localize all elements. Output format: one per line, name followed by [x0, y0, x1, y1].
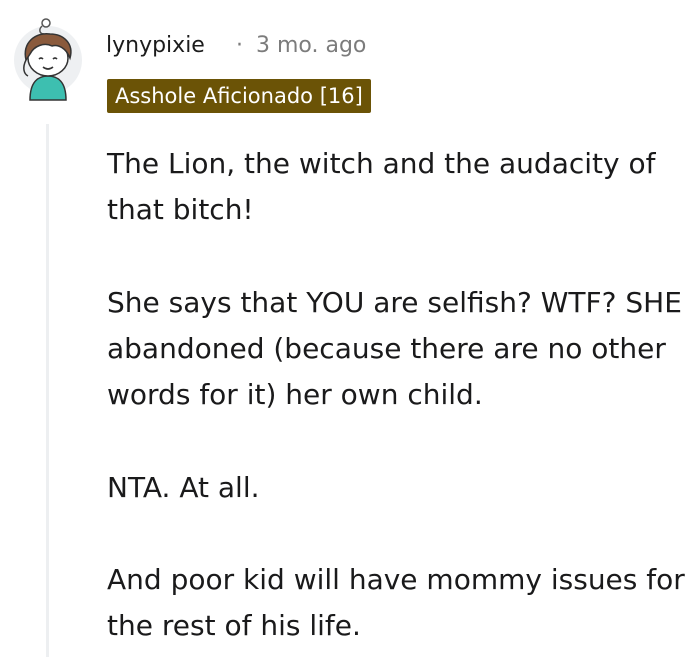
comment-paragraph: And poor kid will have mommy issues for … [107, 563, 685, 642]
comment-paragraph: The Lion, the witch and the audacity of … [107, 147, 656, 226]
comment-paragraph: NTA. At all. [107, 471, 260, 504]
comment-author-link[interactable]: lynypixie [106, 32, 205, 60]
user-flair-badge: Asshole Aficionado [16] [107, 79, 371, 113]
comment: lynypixie · 3 mo. ago Asshole Aficionado… [0, 0, 700, 657]
thread-collapse-line[interactable] [46, 124, 49, 657]
comment-paragraph: She says that YOU are selfish? WTF? SHE … [107, 286, 682, 411]
meta-separator: · [236, 33, 243, 58]
avatar-icon[interactable] [12, 12, 84, 102]
comment-timestamp-link[interactable]: 3 mo. ago [256, 32, 366, 60]
